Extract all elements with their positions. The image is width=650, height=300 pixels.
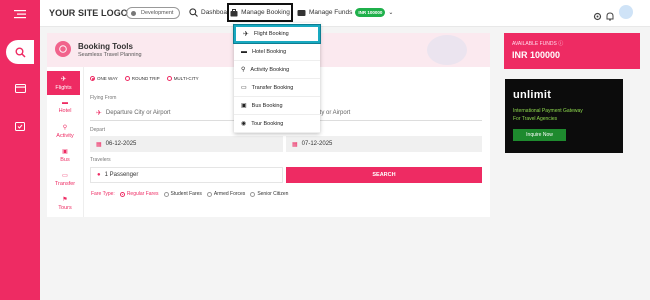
dropdown-item-tour-booking[interactable]: ◉ Tour Booking bbox=[234, 115, 320, 133]
fare-armed-forces[interactable]: Armed Forces bbox=[206, 191, 245, 197]
tab-tours[interactable]: ⚑ Tours bbox=[50, 191, 80, 215]
flying-from-label: Flying From bbox=[90, 95, 117, 101]
booking-subtitle: Seamless Travel Planning bbox=[78, 52, 142, 58]
dropdown-item-hotel-booking[interactable]: ▬ Hotel Booking bbox=[234, 43, 320, 61]
bike-icon: ⚲ bbox=[62, 124, 68, 131]
nav-manage-booking[interactable]: Manage Booking bbox=[227, 3, 293, 22]
globe-icon bbox=[55, 41, 71, 57]
ad-line-1: International Payment Gateway bbox=[513, 108, 583, 114]
traveler-illustration bbox=[427, 35, 467, 65]
dropdown-item-flight-booking[interactable]: ✈ Flight Booking bbox=[234, 25, 320, 43]
travelers-label: Travelers bbox=[90, 157, 111, 163]
menu-icon[interactable] bbox=[8, 4, 32, 24]
ad-line-2: For Travel Agencies bbox=[513, 116, 558, 122]
depart-date-input[interactable]: ▦ 06-12-2025 bbox=[90, 136, 283, 152]
dropdown-item-bus-booking[interactable]: ▣ Bus Booking bbox=[234, 97, 320, 115]
nav-manage-funds[interactable]: Manage Funds INR 100000 ⌄ bbox=[297, 8, 393, 17]
tab-transfer[interactable]: ▭ Transfer bbox=[50, 167, 80, 191]
avatar[interactable] bbox=[619, 5, 633, 19]
search-icon bbox=[15, 47, 26, 58]
calendar-icon: ▦ bbox=[96, 141, 102, 148]
search-icon bbox=[189, 8, 198, 17]
wallet-icon[interactable] bbox=[8, 78, 32, 98]
fare-regular[interactable]: Regular Fares bbox=[119, 191, 159, 197]
dropdown-item-transfer-booking[interactable]: ▭ Transfer Booking bbox=[234, 79, 320, 97]
calendar-check-icon[interactable] bbox=[8, 116, 32, 136]
bed-icon: ▬ bbox=[62, 100, 68, 106]
tabs-divider bbox=[83, 67, 84, 217]
available-funds-card: AVAILABLE FUNDS ⓘ INR 100000 bbox=[504, 33, 640, 69]
info-icon: ⓘ bbox=[558, 41, 564, 47]
booking-title: Booking Tools bbox=[78, 42, 133, 51]
dropdown-item-activity-booking[interactable]: ⚲ Activity Booking bbox=[234, 61, 320, 79]
camera-icon: ◉ bbox=[241, 121, 247, 127]
fare-senior-citizen[interactable]: Senior Citizen bbox=[250, 191, 288, 197]
briefcase-icon bbox=[230, 8, 238, 16]
top-bar: YOUR SITE LOGO Development Dashboard Man… bbox=[40, 0, 650, 27]
plane-icon: ✈ bbox=[60, 76, 67, 83]
bike-icon: ⚲ bbox=[241, 67, 246, 73]
bus-icon: ▣ bbox=[62, 148, 68, 155]
tab-hotel[interactable]: ▬ Hotel bbox=[50, 95, 80, 119]
bus-icon: ▣ bbox=[241, 103, 247, 109]
car-icon: ▭ bbox=[62, 172, 68, 179]
search-button[interactable]: SEARCH bbox=[286, 167, 482, 183]
car-icon: ▭ bbox=[241, 85, 247, 91]
settings-icon[interactable] bbox=[593, 8, 602, 26]
booking-tabs: ✈ Flights ▬ Hotel ⚲ Activity ▣ Bus ▭ Transfer… bbox=[47, 67, 83, 217]
trip-type-options: ONE WAY ROUND TRIP MULTI-CITY bbox=[90, 76, 199, 81]
notification-bell-icon[interactable] bbox=[606, 8, 614, 26]
trip-one-way[interactable]: ONE WAY bbox=[90, 76, 118, 81]
users-icon: ● bbox=[97, 172, 101, 178]
return-date-input[interactable]: ▦ 07-12-2025 bbox=[286, 136, 482, 152]
walker-icon: ⚑ bbox=[62, 196, 68, 203]
plane-icon: ✈ bbox=[243, 31, 249, 38]
tab-activity[interactable]: ⚲ Activity bbox=[50, 119, 80, 143]
depart-label: Depart bbox=[90, 127, 106, 133]
available-funds-label: AVAILABLE FUNDS ⓘ bbox=[512, 41, 564, 47]
chevron-down-icon[interactable]: ⌄ bbox=[388, 9, 393, 16]
fare-type-options: Fare Type: Regular Fares Student Fares A… bbox=[91, 191, 289, 197]
inquire-now-button[interactable]: Inquire Now bbox=[513, 129, 566, 141]
takeoff-icon: ✈ bbox=[96, 109, 102, 117]
bed-icon: ▬ bbox=[241, 48, 247, 55]
environment-badge: Development bbox=[126, 7, 181, 19]
sidebar bbox=[0, 0, 40, 300]
ad-brand: unlimit bbox=[513, 89, 552, 101]
fare-student[interactable]: Student Fares bbox=[163, 191, 202, 197]
trip-multi-city[interactable]: MULTI-CITY bbox=[166, 76, 199, 81]
trip-round-trip[interactable]: ROUND TRIP bbox=[124, 76, 160, 81]
tab-bus[interactable]: ▣ Bus bbox=[50, 143, 80, 167]
tab-flights[interactable]: ✈ Flights bbox=[47, 71, 80, 95]
available-funds-value: INR 100000 bbox=[512, 50, 561, 60]
wallet-icon bbox=[297, 9, 306, 16]
sidebar-search-button[interactable] bbox=[6, 40, 34, 64]
funds-badge: INR 100000 bbox=[355, 8, 386, 17]
manage-booking-dropdown: ✈ Flight Booking ▬ Hotel Booking ⚲ Activity… bbox=[234, 23, 320, 133]
site-logo[interactable]: YOUR SITE LOGO bbox=[49, 8, 128, 18]
calendar-icon: ▦ bbox=[292, 141, 298, 148]
travelers-input[interactable]: ● 1 Passenger bbox=[90, 167, 283, 183]
advertisement-banner[interactable]: unlimit International Payment Gateway Fo… bbox=[505, 79, 623, 153]
